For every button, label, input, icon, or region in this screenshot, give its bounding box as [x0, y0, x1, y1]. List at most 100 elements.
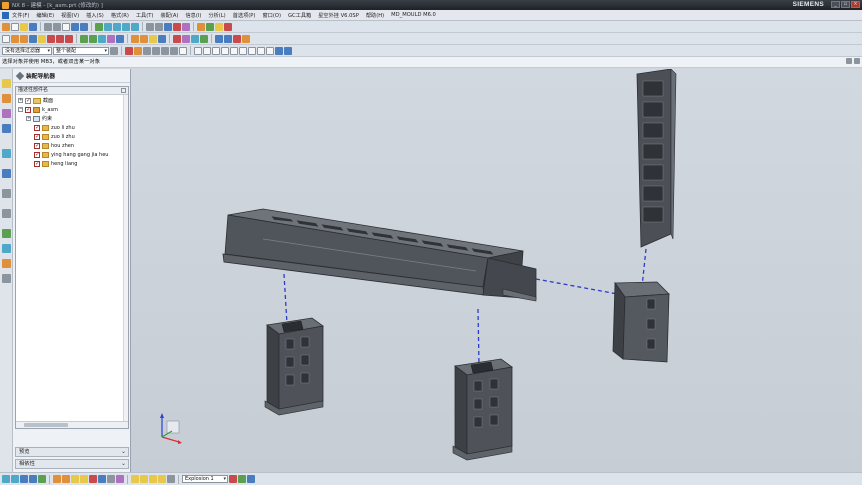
chamfer-icon[interactable]	[89, 34, 97, 43]
web-browser-tab-icon[interactable]	[2, 169, 11, 178]
analysis-icon[interactable]	[224, 22, 232, 31]
move-component-icon[interactable]	[149, 34, 157, 43]
snap-center-icon[interactable]	[152, 46, 160, 55]
snap-quadrant-icon[interactable]	[161, 46, 169, 55]
assembly-mirror-icon[interactable]	[80, 475, 88, 483]
section-icon[interactable]	[173, 22, 181, 31]
snap-bounded-icon[interactable]	[230, 46, 238, 55]
check-clearance-icon[interactable]	[233, 34, 241, 43]
assembly-sequence-icon[interactable]	[116, 475, 124, 483]
assembly-constraint-icon[interactable]	[71, 475, 79, 483]
menu-analysis[interactable]: 分析(L)	[208, 12, 225, 19]
constraint-icon[interactable]	[140, 34, 148, 43]
snap-pole-icon[interactable]	[239, 46, 247, 55]
hole-icon[interactable]	[29, 34, 37, 43]
pan-icon[interactable]	[131, 22, 139, 31]
bracket-part[interactable]	[612, 281, 670, 363]
open-file-icon[interactable]	[20, 22, 28, 31]
shaded-icon[interactable]	[146, 22, 154, 31]
nx-menu-icon[interactable]	[2, 11, 9, 19]
wave-icon[interactable]	[224, 34, 232, 43]
menu-file[interactable]: 文件(F)	[12, 12, 29, 19]
selection-scope-select[interactable]: 整个装配	[53, 46, 109, 55]
plugin-icon[interactable]	[200, 34, 208, 43]
visibility-checkbox[interactable]	[34, 151, 40, 158]
revolve-icon[interactable]	[20, 34, 28, 43]
assembly-pattern-icon[interactable]	[89, 475, 97, 483]
unexplode-icon[interactable]	[167, 475, 175, 483]
measure-icon[interactable]	[206, 22, 214, 31]
menu-help[interactable]: 帮助(H)	[366, 12, 384, 19]
minimize-button[interactable]: _	[831, 1, 840, 8]
hide-in-explosion-icon[interactable]	[229, 475, 237, 483]
extrude-icon[interactable]	[11, 34, 19, 43]
roles-tab-icon[interactable]	[2, 259, 11, 268]
snap-existing-icon[interactable]	[179, 46, 187, 55]
constraint-navigator-tab-icon[interactable]	[2, 94, 11, 103]
add-component-icon[interactable]	[131, 34, 139, 43]
menu-preferences[interactable]: 首选项(P)	[233, 12, 256, 19]
snap-point-icon[interactable]	[248, 46, 256, 55]
menu-assemblies[interactable]: 装配(A)	[160, 12, 178, 19]
edge-blend-icon[interactable]	[80, 34, 88, 43]
chevron-down-icon[interactable]: ⌄	[121, 448, 126, 456]
new-explosion-icon[interactable]	[140, 475, 148, 483]
status-restore-icon[interactable]	[846, 58, 852, 64]
command-finder-icon[interactable]	[95, 22, 103, 31]
column-header[interactable]: 描述性部件名	[16, 87, 128, 95]
pattern-icon[interactable]	[107, 34, 115, 43]
intersect-icon[interactable]	[65, 34, 73, 43]
chevron-down-icon[interactable]: ⌄	[121, 460, 126, 468]
view-front-icon[interactable]	[2, 475, 10, 483]
assembly-new-icon[interactable]	[62, 475, 70, 483]
visibility-checkbox[interactable]	[34, 160, 40, 167]
assembly-add-icon[interactable]	[53, 475, 61, 483]
preview-panel[interactable]: 预览 ⌄	[15, 447, 129, 457]
system-materials-tab-icon[interactable]	[2, 209, 11, 218]
menu-window[interactable]: 窗口(O)	[262, 12, 281, 19]
filter-reset-icon[interactable]	[110, 46, 118, 55]
snap-on-face-icon[interactable]	[203, 46, 211, 55]
menu-md-mould[interactable]: MD_MOULD M6.0	[391, 12, 436, 18]
gc-tool-icon[interactable]	[182, 34, 190, 43]
visibility-checkbox[interactable]	[34, 142, 40, 149]
unite-icon[interactable]	[47, 34, 55, 43]
history-tab-icon[interactable]	[2, 189, 11, 198]
rotate-icon[interactable]	[122, 22, 130, 31]
tree-row-component[interactable]: zuo li zhu	[34, 132, 75, 141]
tree-row-component[interactable]: hou zhen	[34, 141, 74, 150]
view-right-icon[interactable]	[29, 475, 37, 483]
boss-icon[interactable]	[38, 34, 46, 43]
snap-on-curve-icon[interactable]	[194, 46, 202, 55]
menu-edit[interactable]: 编辑(E)	[36, 12, 54, 19]
restore-button[interactable]: ▫	[841, 1, 850, 8]
crossbeam-part[interactable]	[222, 208, 537, 302]
visibility-checkbox[interactable]	[25, 106, 31, 113]
expand-icon[interactable]: +	[26, 116, 31, 121]
system-scene-tab-icon[interactable]	[2, 274, 11, 283]
pin-icon[interactable]	[15, 71, 25, 80]
shell-icon[interactable]	[98, 34, 106, 43]
drawing-icon[interactable]	[242, 34, 250, 43]
type-filter-select[interactable]: 没有选择过滤器	[2, 46, 52, 55]
new-file-icon[interactable]	[11, 22, 19, 31]
cut-icon[interactable]	[44, 22, 52, 31]
edit-explosion-icon[interactable]	[149, 475, 157, 483]
mirror-icon[interactable]	[116, 34, 124, 43]
tree-row-constraints[interactable]: + 约束	[26, 114, 52, 123]
clone-icon[interactable]	[215, 34, 223, 43]
sync-icon[interactable]	[173, 34, 181, 43]
explosion-view-icon[interactable]	[131, 475, 139, 483]
zoom-icon[interactable]	[113, 22, 121, 31]
subtract-icon[interactable]	[56, 34, 64, 43]
menu-insert[interactable]: 插入(S)	[86, 12, 104, 19]
assembly-move-icon[interactable]	[98, 475, 106, 483]
graphics-window[interactable]	[131, 69, 862, 472]
select-all-icon[interactable]	[125, 46, 133, 55]
menu-gc-toolkit[interactable]: GC工具箱	[288, 12, 311, 19]
tree-row-component[interactable]: heng liang	[34, 159, 77, 168]
view-iso-icon[interactable]	[20, 475, 28, 483]
menu-tools[interactable]: 工具(T)	[136, 12, 154, 19]
paste-icon[interactable]	[62, 22, 70, 31]
wireframe-icon[interactable]	[155, 22, 163, 31]
